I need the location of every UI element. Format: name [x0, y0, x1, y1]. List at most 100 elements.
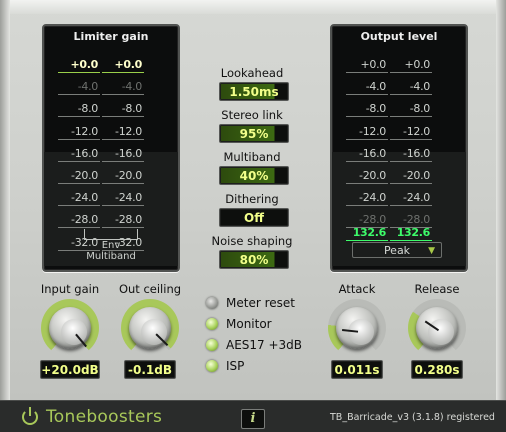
limiter-meter-right-value: -16.0: [102, 147, 144, 162]
dithering-label: Dithering: [225, 192, 279, 206]
output-meter-right-value: -12.0: [390, 125, 432, 140]
dithering-field[interactable]: Off: [219, 208, 289, 227]
limiter-meter-left-value: +0.0: [58, 58, 100, 73]
limiter-meter-row: -16.0 -16.0: [44, 147, 178, 162]
out-ceiling-label: Out ceiling: [118, 282, 182, 296]
meter-mode-value: Peak: [383, 244, 411, 257]
limiter-meter-left-value: -12.0: [58, 125, 100, 140]
output-meter-right-value: -20.0: [390, 169, 432, 184]
output-readout-left: 132.6: [346, 226, 388, 241]
output-meter-right-value: -24.0: [390, 191, 432, 207]
multiband-label-ctl: Multiband: [223, 150, 281, 164]
meter-reset-led-icon: [206, 297, 218, 309]
meter-mode-dropdown[interactable]: Peak ▼: [352, 242, 442, 258]
output-level-title: Output level: [360, 30, 438, 43]
output-meter-left-value: -28.0: [346, 213, 388, 229]
limiter-plugin-window: Limiter gain +0.0 +0.0 -4.0 -4.0 -8.0 -8.0 -12…: [0, 0, 506, 432]
output-meter-row: -16.0 -16.0: [332, 147, 466, 162]
limiter-meter-row: -8.0 -8.0: [44, 102, 178, 118]
output-meter-row: +0.0 +0.0: [332, 58, 466, 73]
output-meter-row: -4.0 -4.0: [332, 80, 466, 96]
limiter-gain-title: Limiter gain: [73, 30, 149, 43]
footer-bar: Toneboosters i TB_Barricade_v3 (3.1.8) r…: [0, 400, 506, 432]
isp-label: ISP: [226, 359, 245, 373]
knob-body: [416, 307, 458, 349]
limiter-meter-left-value: -24.0: [58, 191, 100, 207]
version-status: TB_Barricade_v3 (3.1.8) registered: [330, 412, 495, 423]
env-brace: [84, 229, 138, 240]
limiter-meter-right-value: -24.0: [102, 191, 144, 207]
limiter-meter-row: +0.0 +0.0: [44, 58, 178, 73]
output-meter-right-value: +0.0: [390, 58, 432, 73]
meter-reset-label: Meter reset: [226, 296, 295, 310]
output-meter-left-value: -24.0: [346, 191, 388, 207]
output-meter-row: -20.0 -20.0: [332, 169, 466, 184]
attack-knob[interactable]: [328, 299, 386, 357]
output-level-meter: Output level +0.0 +0.0 -4.0 -4.0 -8.0 -8.0 -12…: [330, 24, 468, 272]
input-gain-knob[interactable]: [41, 299, 99, 357]
brand: Toneboosters: [22, 407, 162, 427]
limiter-meter-right-value: -8.0: [102, 102, 144, 118]
monitor-led-icon: [206, 318, 218, 330]
noise-shaping-field[interactable]: 80%: [219, 250, 289, 269]
output-meter-left-value: -12.0: [346, 125, 388, 140]
limiter-gain-meter: Limiter gain +0.0 +0.0 -4.0 -4.0 -8.0 -8.0 -12…: [42, 24, 180, 272]
output-meter-left-value: -8.0: [346, 102, 388, 118]
limiter-meter-row: -4.0 -4.0: [44, 80, 178, 96]
release-label: Release: [414, 282, 460, 296]
output-meter-right-value: -16.0: [390, 147, 432, 162]
output-meter-left-value: -4.0: [346, 80, 388, 96]
aes17-led-icon: [206, 339, 218, 351]
output-meter-row: -8.0 -8.0: [332, 102, 466, 118]
limiter-meter-row: -24.0 -24.0: [44, 191, 178, 207]
multiband-field[interactable]: 40%: [219, 166, 289, 185]
knob-body: [49, 307, 91, 349]
info-button[interactable]: i: [241, 409, 265, 429]
limiter-meter-left-value: -20.0: [58, 169, 100, 184]
limiter-meter-right-value: -28.0: [102, 213, 144, 229]
multiband-label: Multiband: [86, 251, 136, 262]
attack-value[interactable]: 0.011s: [331, 360, 383, 379]
limiter-meter-row: -12.0 -12.0: [44, 125, 178, 140]
top-frame: [0, 0, 506, 14]
output-meter-left-value: -16.0: [346, 147, 388, 162]
output-meter-right-value: -28.0: [390, 213, 432, 229]
brand-name: Toneboosters: [46, 407, 163, 427]
out-ceiling-knob[interactable]: [121, 299, 179, 357]
knob-body: [129, 307, 171, 349]
output-meter-right-value: -8.0: [390, 102, 432, 118]
output-meter-row: -12.0 -12.0: [332, 125, 466, 140]
output-readout-right: 132.6: [390, 226, 432, 241]
limiter-meter-right-value: +0.0: [102, 58, 144, 73]
stereo-link-label: Stereo link: [221, 108, 283, 122]
limiter-meter-right-value: -12.0: [102, 125, 144, 140]
output-meter-left-value: -20.0: [346, 169, 388, 184]
lookahead-field[interactable]: 1.50ms: [219, 82, 289, 101]
power-logo-icon: [22, 407, 38, 425]
limiter-meter-left-value: -8.0: [58, 102, 100, 118]
input-gain-value[interactable]: +20.0dB: [40, 360, 100, 379]
dropdown-arrow-icon: ▼: [428, 246, 435, 256]
left-rail: [0, 0, 10, 400]
output-meter-right-value: -4.0: [390, 80, 432, 96]
lookahead-label: Lookahead: [220, 66, 284, 80]
output-readout: 132.6 132.6: [332, 226, 466, 241]
release-knob[interactable]: [408, 299, 466, 357]
right-rail: [496, 0, 506, 400]
limiter-meter-row: -28.0 -28.0: [44, 213, 178, 229]
knob-cap: [428, 319, 454, 345]
output-meter-left-value: +0.0: [346, 58, 388, 73]
monitor-label: Monitor: [226, 317, 272, 331]
limiter-meter-right-value: -20.0: [102, 169, 144, 184]
knob-body: [336, 307, 378, 349]
release-value[interactable]: 0.280s: [411, 360, 463, 379]
stereo-link-field[interactable]: 95%: [219, 124, 289, 143]
limiter-meter-right-value: -4.0: [102, 80, 144, 96]
limiter-meter-row: -20.0 -20.0: [44, 169, 178, 184]
noise-shaping-label: Noise shaping: [211, 234, 293, 248]
limiter-meter-left-value: -16.0: [58, 147, 100, 162]
env-label: Env: [101, 240, 121, 251]
aes17-label: AES17 +3dB: [226, 338, 303, 352]
out-ceiling-value[interactable]: -0.1dB: [124, 360, 176, 379]
isp-led-icon: [206, 360, 218, 372]
